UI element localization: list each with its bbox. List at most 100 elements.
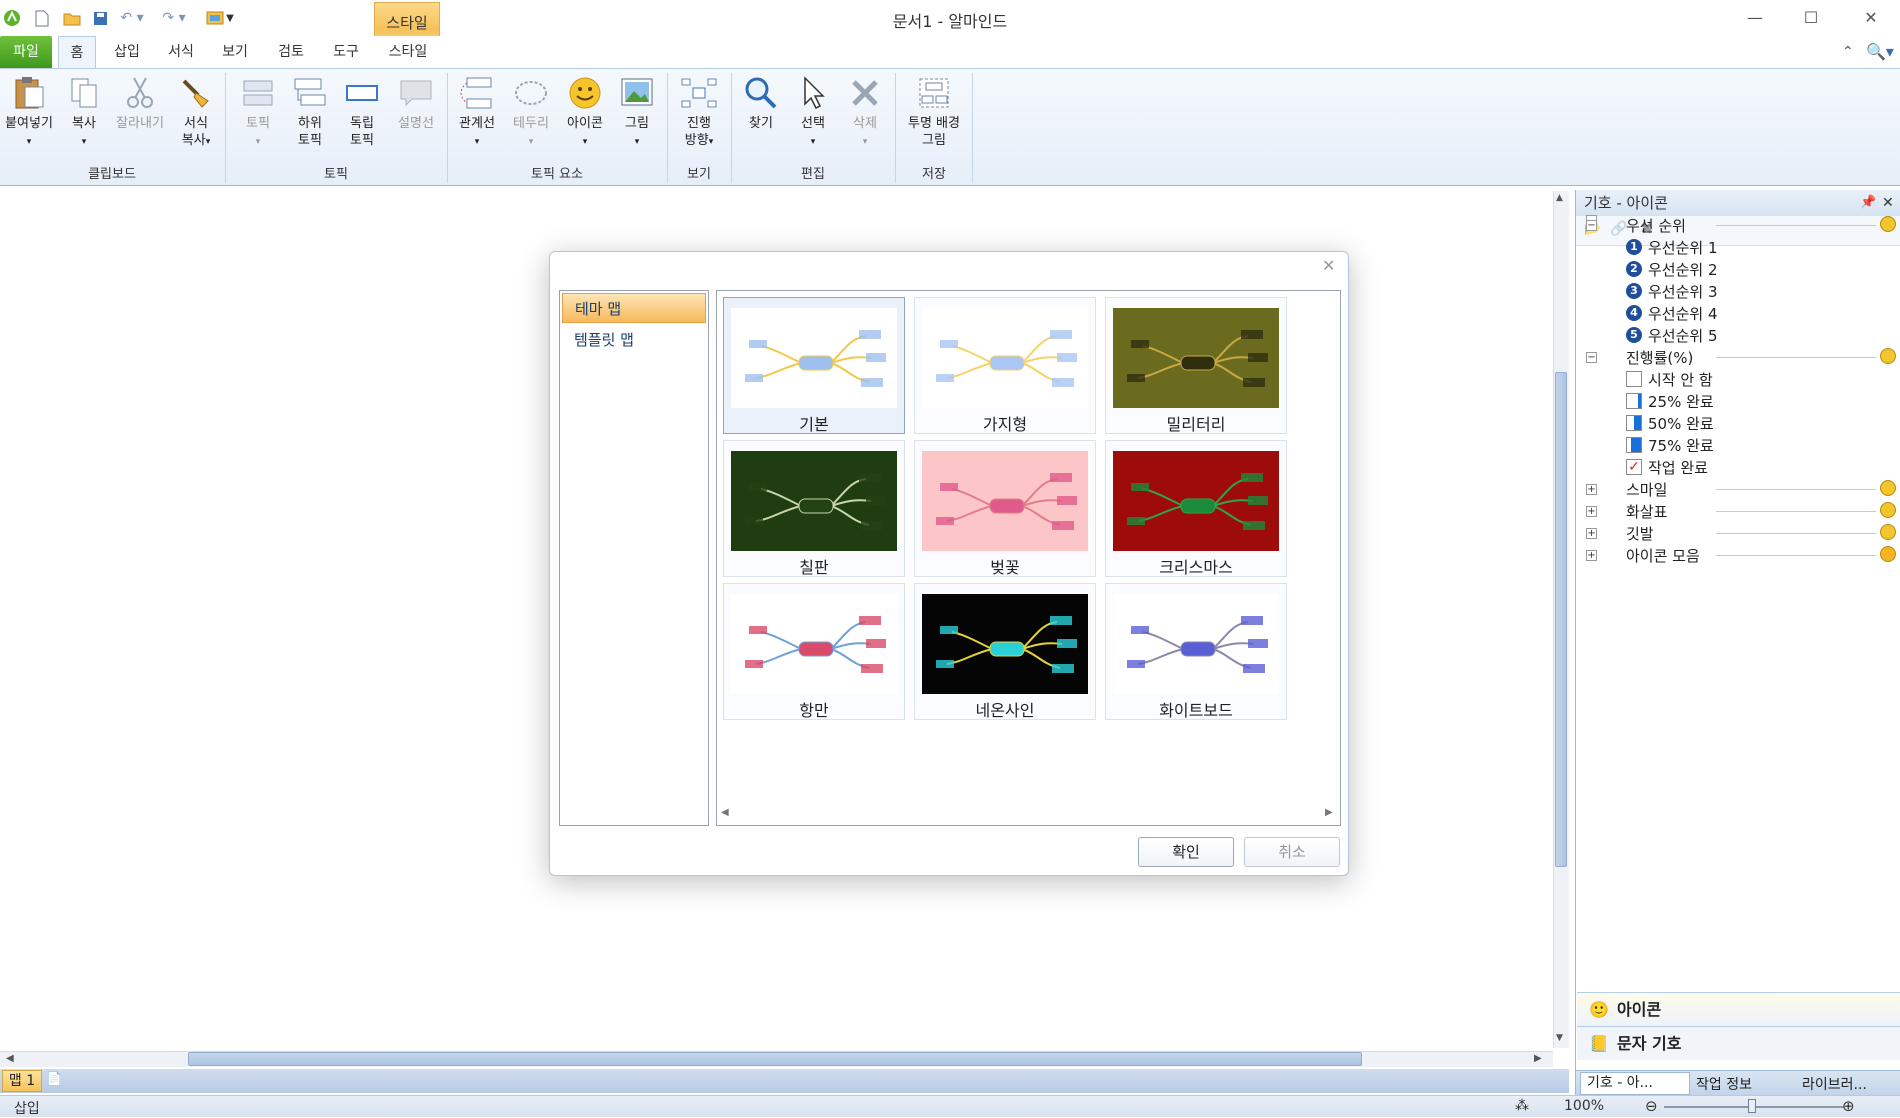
- undo-icon[interactable]: ↶ ▾: [116, 8, 148, 28]
- expand-toggle-icon[interactable]: +: [1586, 484, 1597, 495]
- dialog-close-icon[interactable]: ✕: [1322, 256, 1335, 275]
- scroll-down-icon[interactable]: ▼: [1556, 1033, 1563, 1043]
- floating-topic-button[interactable]: 독립 토픽: [340, 73, 384, 149]
- transparent-image-button[interactable]: 투명 배경 그림: [900, 73, 968, 149]
- tab-format[interactable]: 서식: [158, 36, 204, 68]
- find-button[interactable]: 찾기: [740, 73, 782, 132]
- redo-icon[interactable]: ↷ ▾: [158, 8, 190, 28]
- expand-toggle-icon[interactable]: −: [1586, 220, 1597, 231]
- tab-tools[interactable]: 도구: [323, 36, 369, 68]
- tree-item[interactable]: 75% 완료: [1648, 435, 1714, 456]
- select-button[interactable]: 선택 ▾: [792, 73, 834, 151]
- category-priority[interactable]: 우선 순위: [1626, 215, 1686, 236]
- tree-item[interactable]: 25% 완료: [1648, 391, 1714, 412]
- theme-quick-icon[interactable]: ▼: [202, 8, 238, 28]
- icon-button[interactable]: 아이콘 ▾: [562, 73, 608, 151]
- panel-button-text-symbols[interactable]: 📒 문자 기호: [1577, 1026, 1900, 1060]
- delete-button[interactable]: 삭제 ▾: [844, 73, 886, 151]
- edit-icon-icon[interactable]: 🔗: [1610, 221, 1627, 237]
- copy-button[interactable]: 복사 ▾: [62, 73, 106, 151]
- map-tab-1[interactable]: 맵 1: [2, 1070, 42, 1092]
- gallery-scroll-left-icon[interactable]: ◀: [721, 807, 729, 818]
- sub-topic-button[interactable]: 하위 토픽: [288, 73, 332, 149]
- map-overview-icon[interactable]: ⁂: [1515, 1098, 1529, 1114]
- panel-tab-task-info[interactable]: 작업 정보: [1696, 1074, 1796, 1094]
- category-smile[interactable]: 스마일: [1626, 479, 1667, 500]
- category-icon: [1880, 480, 1896, 496]
- category-template-map[interactable]: 템플릿 맵: [562, 325, 706, 355]
- new-document-icon[interactable]: [32, 8, 52, 28]
- zoom-slider-thumb[interactable]: [1748, 1099, 1756, 1113]
- panel-tab-symbols[interactable]: 기호 - 아...: [1580, 1072, 1690, 1095]
- ok-button[interactable]: 확인: [1138, 837, 1234, 867]
- zoom-out-icon[interactable]: ⊖: [1645, 1097, 1658, 1115]
- panel-tab-library[interactable]: 라이브러...: [1802, 1074, 1900, 1094]
- expand-toggle-icon[interactable]: −: [1586, 352, 1597, 363]
- open-folder-icon[interactable]: [62, 8, 82, 28]
- panel-button-icons[interactable]: 🙂 아이콘: [1577, 992, 1900, 1026]
- pin-icon[interactable]: 📌: [1860, 190, 1876, 216]
- tree-item[interactable]: 우선순위 2: [1648, 259, 1718, 280]
- theme-card[interactable]: 화이트보드: [1105, 583, 1287, 720]
- category-arrow[interactable]: 화살표: [1626, 501, 1667, 522]
- format-painter-button[interactable]: 서식 복사▾: [172, 73, 220, 151]
- horizontal-scroll-thumb[interactable]: [188, 1052, 1362, 1066]
- panel-close-icon[interactable]: ✕: [1882, 190, 1894, 216]
- theme-card[interactable]: 항만: [723, 583, 905, 720]
- theme-card[interactable]: 칠판: [723, 440, 905, 577]
- tree-item[interactable]: 우선순위 5: [1648, 325, 1718, 346]
- expand-toggle-icon[interactable]: +: [1586, 506, 1597, 517]
- group-label-clipboard: 클립보드: [88, 167, 136, 182]
- category-progress[interactable]: 진행률(%): [1626, 347, 1693, 368]
- category-collection[interactable]: 아이콘 모음: [1626, 545, 1700, 566]
- scroll-up-icon[interactable]: ▲: [1556, 193, 1563, 203]
- tab-file[interactable]: 파일: [0, 36, 52, 68]
- theme-card[interactable]: 기본: [723, 297, 905, 434]
- close-button[interactable]: ✕: [1851, 6, 1891, 30]
- search-icon[interactable]: 🔍▾: [1866, 42, 1894, 61]
- theme-card[interactable]: 벚꽃: [914, 440, 1096, 577]
- tree-item[interactable]: 우선순위 4: [1648, 303, 1718, 324]
- panel-tab-bar: 기호 - 아... 작업 정보 라이브러...: [1576, 1070, 1900, 1095]
- tree-item[interactable]: 우선순위 1: [1648, 237, 1718, 258]
- app-logo-icon[interactable]: [2, 8, 22, 28]
- tab-home[interactable]: 홈: [58, 36, 96, 69]
- theme-card[interactable]: 크리스마스: [1105, 440, 1287, 577]
- save-icon[interactable]: [90, 8, 110, 28]
- scroll-right-icon[interactable]: ▶: [1534, 1053, 1542, 1064]
- tree-item[interactable]: 작업 완료: [1648, 457, 1708, 478]
- paste-button[interactable]: 붙여넣기 ▾: [2, 73, 56, 151]
- category-flag[interactable]: 깃발: [1626, 523, 1654, 544]
- topic-button[interactable]: 토픽 ▾: [236, 73, 280, 151]
- vertical-scroll-thumb[interactable]: [1555, 372, 1567, 867]
- layout-direction-button[interactable]: 진행 방향▾: [674, 73, 724, 151]
- image-button[interactable]: 그림 ▾: [616, 73, 658, 151]
- maximize-button[interactable]: ☐: [1791, 6, 1831, 30]
- tab-view[interactable]: 보기: [212, 36, 258, 68]
- cancel-button[interactable]: 취소: [1244, 837, 1340, 867]
- gallery-scroll-right-icon[interactable]: ▶: [1325, 807, 1333, 818]
- tree-item[interactable]: 우선순위 3: [1648, 281, 1718, 302]
- tree-item[interactable]: 시작 안 함: [1648, 369, 1713, 390]
- theme-name: 기본: [799, 415, 829, 434]
- cut-button[interactable]: 잘라내기: [112, 73, 168, 132]
- minimize-button[interactable]: —: [1735, 6, 1775, 30]
- ribbon-collapse-icon[interactable]: ⌃: [1842, 44, 1854, 60]
- expand-toggle-icon[interactable]: +: [1586, 528, 1597, 539]
- tab-review[interactable]: 검토: [268, 36, 314, 68]
- theme-card[interactable]: 네온사인: [914, 583, 1096, 720]
- scroll-left-icon[interactable]: ◀: [6, 1053, 14, 1064]
- expand-toggle-icon[interactable]: +: [1586, 550, 1597, 561]
- theme-card[interactable]: 밀리터리: [1105, 297, 1287, 434]
- theme-card[interactable]: 가지형: [914, 297, 1096, 434]
- zoom-in-icon[interactable]: ⊕: [1842, 1097, 1855, 1115]
- boundary-button[interactable]: 테두리 ▾: [508, 73, 554, 151]
- theme-name: 항만: [799, 701, 829, 720]
- tab-insert[interactable]: 삽입: [104, 36, 150, 68]
- relationship-button[interactable]: 관계선 ▾: [454, 73, 500, 151]
- new-map-tab-icon[interactable]: 📄: [46, 1072, 68, 1090]
- tab-style[interactable]: 스타일: [378, 36, 438, 68]
- category-theme-map[interactable]: 테마 맵: [562, 293, 706, 323]
- callout-button[interactable]: 설명선: [392, 73, 440, 132]
- tree-item[interactable]: 50% 완료: [1648, 413, 1714, 434]
